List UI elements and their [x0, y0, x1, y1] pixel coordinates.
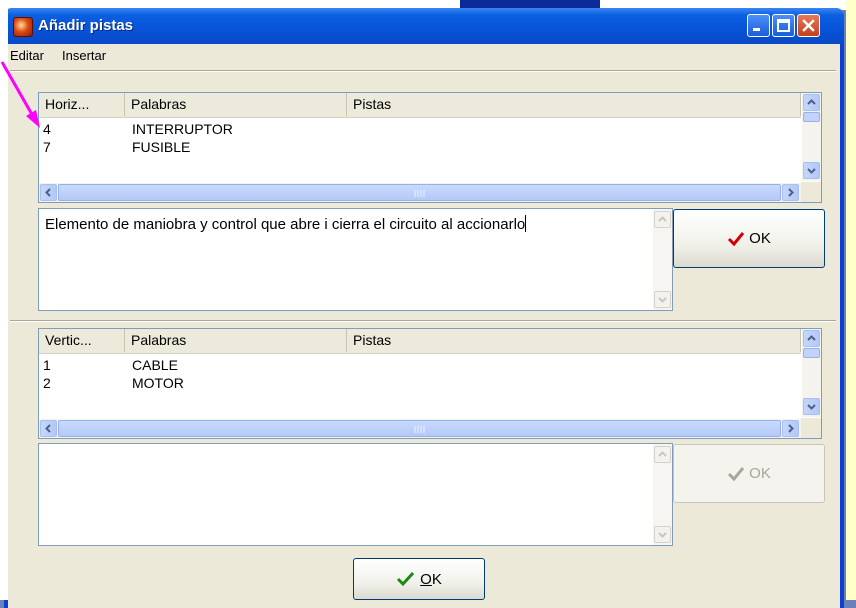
row-word: CABLE	[132, 357, 178, 373]
vertical-scrollbar[interactable]	[802, 93, 821, 181]
row-number: 1	[43, 357, 51, 373]
clue-text-line: Elemento de maniobra y control que abre …	[45, 215, 635, 233]
scroll-up-button[interactable]	[803, 330, 820, 347]
chevron-down-icon	[658, 532, 667, 538]
scroll-down-button[interactable]	[654, 291, 671, 308]
add-clues-dialog: Añadir pistas Editar Insertar Horiz... P…	[4, 8, 844, 608]
ok-accelerator: O	[420, 570, 432, 588]
scroll-thumb[interactable]	[803, 348, 820, 358]
horizontal-clue-textbox[interactable]: Elemento de maniobra y control que abre …	[38, 208, 673, 311]
list-row[interactable]: 4 INTERRUPTOR	[39, 120, 801, 138]
minimize-icon	[753, 28, 760, 31]
chevron-down-icon	[807, 168, 816, 174]
column-words[interactable]: Palabras	[125, 329, 347, 352]
textbox-scrollbar[interactable]	[653, 209, 672, 310]
grip-icon	[414, 190, 425, 197]
background-app-fragment	[460, 0, 600, 8]
column-clues[interactable]: Pistas	[347, 93, 801, 116]
main-ok-button[interactable]: OK	[353, 558, 485, 600]
scroll-up-button[interactable]	[654, 211, 671, 228]
close-icon	[802, 19, 815, 32]
check-icon	[397, 571, 415, 587]
chevron-left-icon	[45, 424, 51, 433]
section-separator	[10, 320, 836, 322]
grip-icon	[414, 426, 425, 433]
ok-label: OK	[749, 230, 771, 247]
minimize-button[interactable]	[747, 14, 770, 37]
menu-insertar[interactable]: Insertar	[62, 48, 106, 63]
list-row[interactable]: 1 CABLE	[39, 356, 801, 374]
check-icon	[728, 231, 745, 246]
scroll-right-button[interactable]	[782, 420, 799, 437]
chevron-down-icon	[658, 297, 667, 303]
scroll-left-button[interactable]	[40, 184, 57, 201]
title-bar[interactable]: Añadir pistas	[4, 8, 844, 44]
row-number: 2	[43, 375, 51, 391]
window-title: Añadir pistas	[38, 17, 134, 34]
ok-button-content: OK	[674, 445, 824, 502]
clue-text: Elemento de maniobra y control que abre …	[45, 216, 526, 233]
scroll-corner	[801, 418, 821, 438]
maximize-button[interactable]	[772, 14, 795, 37]
scroll-up-button[interactable]	[654, 446, 671, 463]
chevron-up-icon	[658, 216, 667, 222]
scroll-thumb[interactable]	[58, 420, 781, 437]
vertical-ok-button[interactable]: OK	[673, 444, 825, 503]
ok-button-content: OK	[674, 210, 824, 267]
chevron-right-icon	[788, 424, 794, 433]
check-icon	[728, 466, 745, 481]
scroll-thumb[interactable]	[58, 184, 781, 201]
list-row[interactable]: 2 MOTOR	[39, 374, 801, 392]
vertical-words-list[interactable]: Vertic... Palabras Pistas 1 CABLE 2 MOTO…	[38, 328, 822, 439]
column-clues[interactable]: Pistas	[347, 329, 801, 352]
column-words[interactable]: Palabras	[125, 93, 347, 116]
list-row[interactable]: 7 FUSIBLE	[39, 138, 801, 156]
close-button[interactable]	[797, 14, 820, 37]
chevron-up-icon	[807, 99, 816, 105]
ok-label-rest: K	[431, 570, 442, 588]
pointer-arrow	[0, 61, 40, 128]
horizontal-words-list[interactable]: Horiz... Palabras Pistas 4 INTERRUPTOR 7…	[38, 92, 822, 203]
menu-bar: Editar Insertar	[8, 44, 840, 66]
ok-label: OK	[420, 571, 442, 588]
row-word: MOTOR	[132, 375, 184, 391]
horizontal-ok-button[interactable]: OK	[673, 209, 825, 268]
vertical-scrollbar[interactable]	[802, 329, 821, 417]
chevron-up-icon	[658, 451, 667, 457]
textbox-scrollbar[interactable]	[653, 444, 672, 545]
scroll-corner	[801, 182, 821, 202]
horizontal-scrollbar[interactable]	[39, 419, 801, 438]
chevron-down-icon	[807, 404, 816, 410]
menu-separator	[10, 70, 836, 72]
scroll-down-button[interactable]	[803, 162, 820, 179]
list-header: Horiz... Palabras Pistas	[39, 93, 801, 118]
scroll-left-button[interactable]	[40, 420, 57, 437]
scroll-down-button[interactable]	[803, 398, 820, 415]
maximize-icon	[777, 19, 790, 32]
background-app-right	[846, 0, 856, 600]
chevron-up-icon	[807, 335, 816, 341]
scroll-right-button[interactable]	[782, 184, 799, 201]
horizontal-scrollbar[interactable]	[39, 183, 801, 202]
ok-label: OK	[749, 465, 771, 482]
vertical-clue-textbox[interactable]	[38, 443, 673, 546]
scroll-thumb[interactable]	[803, 112, 820, 122]
text-caret	[525, 215, 527, 232]
list-header: Vertic... Palabras Pistas	[39, 329, 801, 354]
dialog-client: Editar Insertar Horiz... Palabras Pistas…	[8, 44, 840, 608]
scroll-down-button[interactable]	[654, 526, 671, 543]
row-number: 7	[43, 139, 51, 155]
background-app-bar	[300, 0, 470, 8]
chevron-left-icon	[45, 188, 51, 197]
chevron-right-icon	[788, 188, 794, 197]
row-word: FUSIBLE	[132, 139, 191, 155]
app-icon	[13, 17, 33, 37]
scroll-up-button[interactable]	[803, 94, 820, 111]
ok-button-content: OK	[354, 559, 484, 599]
column-vertical[interactable]: Vertic...	[39, 329, 125, 352]
row-word: INTERRUPTOR	[132, 121, 233, 137]
